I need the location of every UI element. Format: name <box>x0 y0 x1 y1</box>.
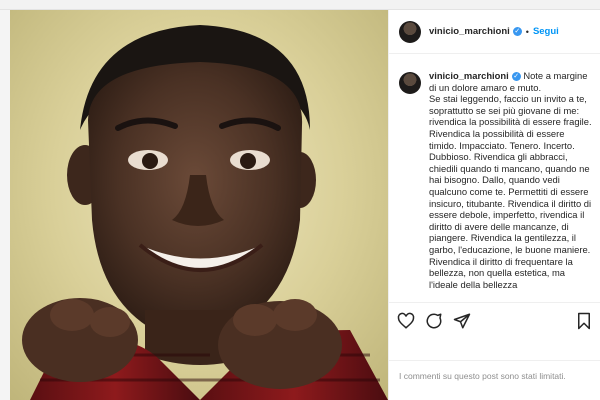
caption-area[interactable]: vinicio_marchioni ✓ Note a margine di un … <box>389 54 600 302</box>
bookmark-icon <box>578 312 590 329</box>
portrait-illustration <box>22 25 388 400</box>
caption-row: vinicio_marchioni ✓ Note a margine di un … <box>399 70 593 290</box>
save-button[interactable] <box>575 312 593 330</box>
share-button[interactable] <box>453 312 471 330</box>
caption: vinicio_marchioni ✓ Note a margine di un … <box>429 70 593 290</box>
post-photo[interactable] <box>10 10 388 400</box>
share-icon <box>453 313 471 328</box>
left-border <box>0 10 10 400</box>
verified-badge-icon: ✓ <box>512 27 522 36</box>
follow-button[interactable]: Segui <box>533 26 559 37</box>
action-bar <box>389 302 600 338</box>
comment-button[interactable] <box>425 312 443 330</box>
author-username[interactable]: vinicio_marchioni <box>429 26 510 37</box>
separator-dot: • <box>525 26 529 37</box>
comment-icon <box>426 312 442 328</box>
caption-verified-badge-icon: ✓ <box>511 72 521 82</box>
top-border <box>0 0 600 10</box>
like-button[interactable] <box>397 312 415 330</box>
caption-text: Note a margine di un dolore amaro e muto… <box>429 70 592 290</box>
instagram-post-window: vinicio_marchioni ✓ • Segui vinicio_marc… <box>0 0 600 400</box>
post-sidebar: vinicio_marchioni ✓ • Segui vinicio_marc… <box>388 10 600 400</box>
comments-limited-notice: I commenti su questo post sono stati lim… <box>389 360 600 400</box>
heart-icon <box>397 312 415 329</box>
avatar[interactable] <box>399 20 421 43</box>
post-header: vinicio_marchioni ✓ • Segui <box>389 10 600 54</box>
caption-avatar[interactable] <box>399 72 421 94</box>
caption-username[interactable]: vinicio_marchioni <box>429 70 509 81</box>
